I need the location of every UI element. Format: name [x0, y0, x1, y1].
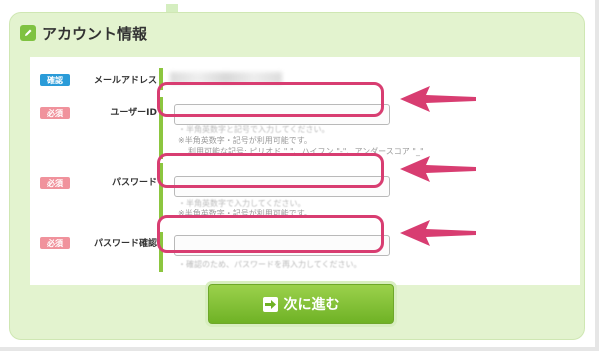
arrow-left-icon [400, 156, 476, 182]
arrow-right-icon [262, 296, 278, 312]
pencil-icon [20, 25, 36, 41]
password-confirm-label: パスワード確認 [93, 239, 157, 249]
userid-highlight [157, 82, 384, 117]
panel-title-text: アカウント情報 [42, 24, 148, 43]
arrow-left-icon [400, 220, 476, 246]
confirm-badge: 確認 [40, 74, 70, 86]
frame-edge [0, 347, 599, 351]
next-button[interactable]: 次に進む [208, 284, 394, 324]
required-badge: 必須 [40, 177, 70, 189]
password-label: パスワード [111, 178, 157, 188]
frame-edge [595, 0, 599, 351]
email-label: メールアドレス [93, 76, 157, 86]
password-confirm-highlight [157, 215, 384, 253]
required-badge: 必須 [40, 237, 70, 249]
screenshot-canvas: アカウント情報 確認 メールアドレス 必須 ユーザーID ・半角英数字と記号で入… [0, 0, 599, 351]
userid-label: ユーザーID [110, 108, 157, 118]
required-badge: 必須 [40, 107, 70, 119]
panel-title: アカウント情報 [20, 22, 147, 44]
password-confirm-hint: ・確認のため、パスワードを再入力してください。 [178, 260, 362, 269]
userid-hint-1: ・半角英数字と記号で入力してください。 [178, 125, 330, 134]
next-button-label: 次に進む [283, 297, 340, 313]
userid-hint-2: ※半角英数字・記号が利用可能です。 [178, 136, 312, 145]
password-highlight [157, 153, 384, 188]
arrow-left-icon [400, 86, 476, 112]
